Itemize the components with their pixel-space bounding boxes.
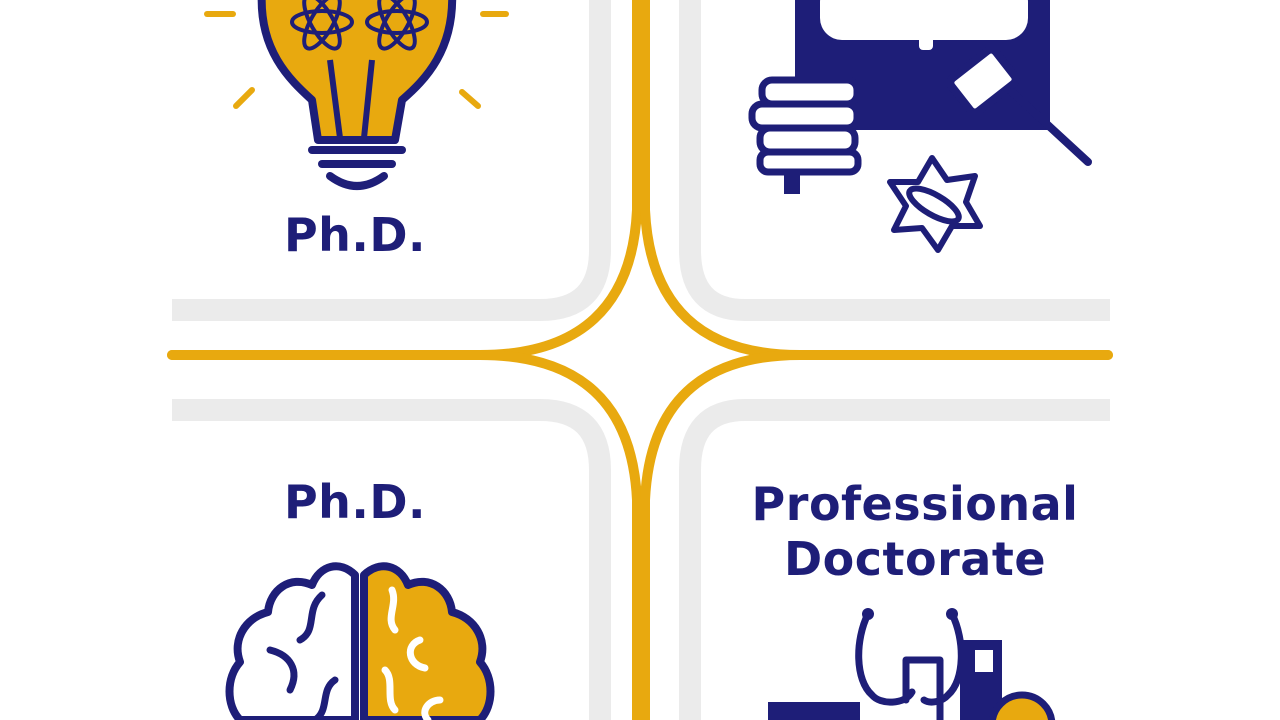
law-books-gavel-icon [748, 0, 1092, 253]
book-stack [748, 76, 862, 176]
label-professional-doctorate: Professional Doctorate [735, 477, 1095, 587]
label-phd-top: Ph.D. [283, 208, 427, 262]
diagram-canvas: Ph.D. Ph.D. Professional Doctorate [0, 0, 1280, 720]
brain-icon [225, 562, 495, 720]
label-line-professional: Professional [751, 477, 1079, 531]
label-phd-bottom: Ph.D. [283, 475, 427, 529]
seal-star [887, 155, 983, 253]
label-line-doctorate: Doctorate [783, 532, 1047, 587]
stethoscope-icon [768, 608, 1056, 720]
diagram-graphics [167, 0, 1113, 720]
lightbulb-atom-icon [204, 0, 509, 190]
